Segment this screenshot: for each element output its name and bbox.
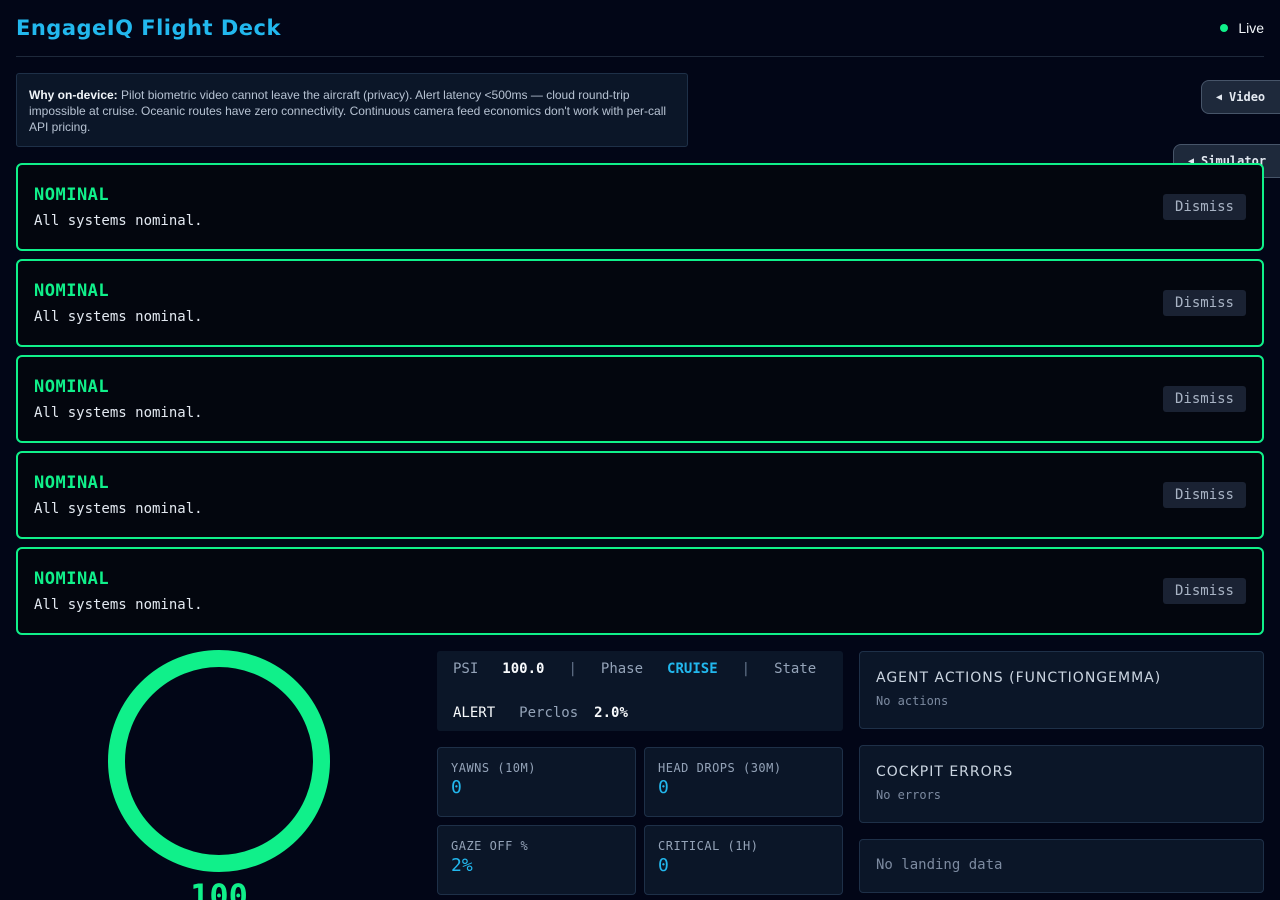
- dismiss-button[interactable]: Dismiss: [1162, 290, 1246, 316]
- psi-gauge: [108, 650, 330, 872]
- dismiss-button[interactable]: Dismiss: [1162, 482, 1246, 508]
- stat-gaze-off: GAZE OFF % 2%: [437, 825, 636, 895]
- alert-card: NOMINAL All systems nominal. Dismiss: [16, 163, 1264, 251]
- alert-message: All systems nominal.: [34, 597, 203, 613]
- dismiss-button[interactable]: Dismiss: [1162, 386, 1246, 412]
- live-label: Live: [1238, 20, 1264, 36]
- stat-value: 0: [658, 855, 669, 876]
- stat-label: YAWNS (10M): [451, 761, 536, 775]
- gauge-value: 100: [190, 877, 248, 900]
- landing-empty: No landing data: [876, 857, 1003, 873]
- info-text: Pilot biometric video cannot leave the a…: [29, 88, 667, 134]
- alert-list: NOMINAL All systems nominal. Dismiss NOM…: [16, 163, 1264, 643]
- stat-label: CRITICAL (1H): [658, 839, 759, 853]
- phase-label: Phase: [600, 661, 644, 677]
- stat-value: 0: [658, 777, 669, 798]
- psi-value: 100.0: [502, 661, 545, 677]
- state-label: State: [774, 661, 817, 677]
- dismiss-button[interactable]: Dismiss: [1162, 194, 1246, 220]
- triangle-left-icon: ◀: [1216, 91, 1223, 103]
- alert-message: All systems nominal.: [34, 405, 203, 421]
- app-title: EngageIQ Flight Deck: [16, 16, 281, 40]
- alert-level: NOMINAL: [34, 377, 110, 397]
- psi-label: PSI: [453, 661, 479, 677]
- video-tab[interactable]: ◀ Video: [1201, 80, 1280, 114]
- alert-message: All systems nominal.: [34, 213, 203, 229]
- flight-deck-page: EngageIQ Flight Deck Live Why on-device:…: [0, 0, 1280, 900]
- alert-card: NOMINAL All systems nominal. Dismiss: [16, 547, 1264, 635]
- live-dot-icon: [1220, 24, 1229, 32]
- alert-level: NOMINAL: [34, 281, 110, 301]
- info-lead: Why on-device:: [29, 88, 118, 102]
- header: EngageIQ Flight Deck Live: [16, 0, 1264, 57]
- alert-message: All systems nominal.: [34, 309, 203, 325]
- stat-label: GAZE OFF %: [451, 839, 529, 853]
- alert-card: NOMINAL All systems nominal. Dismiss: [16, 451, 1264, 539]
- perclos-value: 2.0%: [594, 705, 628, 721]
- state-value: ALERT: [453, 705, 496, 721]
- cockpit-errors-panel: COCKPIT ERRORS No errors: [859, 745, 1264, 823]
- alert-level: NOMINAL: [34, 185, 110, 205]
- alert-level: NOMINAL: [34, 473, 110, 493]
- agent-actions-title: AGENT ACTIONS (FUNCTIONGEMMA): [876, 670, 1162, 686]
- live-indicator: Live: [1220, 20, 1264, 36]
- status-strip: PSI 100.0 | Phase CRUISE | State ALERT P…: [437, 651, 843, 731]
- dismiss-button[interactable]: Dismiss: [1162, 578, 1246, 604]
- stat-critical: CRITICAL (1H) 0: [644, 825, 843, 895]
- gauge-ring: [108, 650, 330, 872]
- stat-label: HEAD DROPS (30M): [658, 761, 782, 775]
- stat-head-drops: HEAD DROPS (30M) 0: [644, 747, 843, 817]
- stat-value: 0: [451, 777, 462, 798]
- on-device-info: Why on-device: Pilot biometric video can…: [16, 73, 688, 147]
- alert-message: All systems nominal.: [34, 501, 203, 517]
- video-tab-label: Video: [1229, 90, 1266, 104]
- separator: |: [568, 661, 577, 677]
- alert-level: NOMINAL: [34, 569, 110, 589]
- agent-actions-panel: AGENT ACTIONS (FUNCTIONGEMMA) No actions: [859, 651, 1264, 729]
- cockpit-errors-title: COCKPIT ERRORS: [876, 764, 1014, 780]
- alert-card: NOMINAL All systems nominal. Dismiss: [16, 259, 1264, 347]
- perclos-label: Perclos: [519, 705, 579, 721]
- stat-yawns: YAWNS (10M) 0: [437, 747, 636, 817]
- phase-value: CRUISE: [667, 661, 718, 677]
- landing-panel: No landing data: [859, 839, 1264, 893]
- agent-actions-empty: No actions: [876, 694, 949, 708]
- status-row-1: PSI 100.0 | Phase CRUISE | State: [453, 661, 816, 677]
- status-row-2: ALERT Perclos 2.0%: [453, 705, 628, 721]
- alert-card: NOMINAL All systems nominal. Dismiss: [16, 355, 1264, 443]
- cockpit-errors-empty: No errors: [876, 788, 942, 802]
- stat-value: 2%: [451, 855, 473, 876]
- separator: |: [741, 661, 751, 677]
